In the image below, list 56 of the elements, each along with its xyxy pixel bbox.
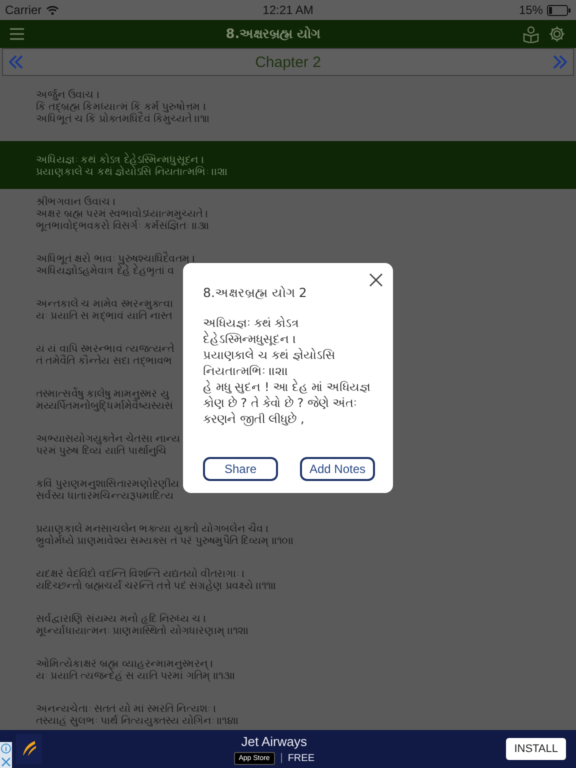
- battery-percent: 15%: [518, 3, 543, 17]
- verse-line: પ્રયાણકાલે ચ કથં જ્ઞેયોઽસિ: [203, 347, 336, 363]
- info-icon[interactable]: [0, 742, 12, 755]
- book-reader-icon[interactable]: [522, 25, 540, 43]
- verse-line: ભૂતભાવોદ્ભવકરો વિસર્ગઃ કર્મસંજ્ઞિતઃ ।।૩।।: [36, 220, 210, 232]
- verse-line: અધિભૂતં ક્ષરો ભાવઃ પુરુષશ્ચાધિદૈવતમ્ ।: [36, 253, 196, 265]
- verse-line: તસ્માત્સર્વેષુ કાલેષુ મામનુસ્મર યુ: [36, 388, 170, 400]
- verse-line: તસ્યાહં સુલભઃ પાર્થ નિત્યયુક્તસ્ય યોગિનઃ ।।૧૪।।: [36, 715, 239, 727]
- verse-line: કિં તદ્બ્રહ્મ કિમધ્યાત્મં કિં કર્મ પુરુષોત્તમ ।: [36, 101, 206, 113]
- verse-line: દેહેઽસ્મિન્મધુસૂદન ।: [203, 331, 296, 347]
- airline-logo-icon: [21, 740, 37, 758]
- verse-line: અધિભૂતં ચ કિં પ્રોક્તમધિદૈવં કિમુચ્યતે ।।૧।।: [36, 113, 210, 125]
- verse-line: મય્યર્પિતમનોબુદ્ધિર્મામેવૈષ્યસ્યસં: [36, 400, 174, 412]
- verse-line: યદિચ્છન્તો બ્રહ્મચર્યં ચરન્તિ તત્તે પદં સંગ્રહેણ પ્રવક્ષ્યે ।।૧૧।।: [36, 580, 276, 592]
- verse-line: પ્રયાણકાલે મનસાચલેન ભક્ત્યા યુક્તો યોગબલેન ચૈવ ।: [36, 523, 269, 535]
- verse-line: તં તમેવૈતિ કૌન્તેય સદા તદ્ભાવભ: [36, 355, 172, 367]
- verse-line: અધિયજ્ઞોઽહમેવાત્ર દેહે દેહભૃતાં વ: [36, 265, 174, 277]
- dialog-title: 8.અક્ષરબ્રહ્મ યોગ 2: [203, 285, 308, 301]
- close-ad-icon[interactable]: [0, 755, 12, 768]
- settings-icon[interactable]: [548, 25, 566, 43]
- price-label: FREE: [288, 752, 314, 764]
- verse-line: પ્રયાણકાલે ચ કથં જ્ઞેયોઽસિ નિયતાત્મભિઃ ।।૨।।: [36, 166, 228, 178]
- carrier-label: Carrier: [5, 3, 42, 17]
- verse-line: અધિયજ્ઞઃ કથં કોઽત્ર: [203, 315, 299, 331]
- ad-title: Jet Airways: [241, 734, 307, 748]
- selected-verse-row[interactable]: અધિયજ્ઞઃ કથં કોઽત્ર દેહેઽસ્મિન્મધુસૂદન । પ્રયાણકાલે ચ કથં જ્ઞેયોઽસિ નિયતાત્મભિઃ ।।૨।।: [0, 141, 576, 189]
- verse-line: યં યં વાપિ સ્મરન્ભાવં ત્યજત્યન્તે: [36, 343, 174, 355]
- verse-line: શ્રીભગવાન ઉવાચ ।: [36, 196, 116, 208]
- share-button[interactable]: Share: [203, 457, 278, 481]
- verse-line: પરમં પુરુષં દિવ્યં યાતિ પાર્થાનુચિ: [36, 445, 167, 457]
- verse-line: અધિયજ્ઞઃ કથં કોઽત્ર દેહેઽસ્મિન્મધુસૂદન ।: [36, 154, 204, 166]
- verse-line: ઓમિત્યેકાક્ષરં બ્રહ્મ વ્યાહરન્મામનુસ્મરન્ ।: [36, 658, 214, 670]
- verse-line: અર્જુન ઉવાચ ।: [36, 89, 100, 101]
- verse-line: નિયતાત્મભિઃ ।।૨।।: [203, 363, 288, 379]
- verse-line: કવિં પુરાણમનુશાસિતારમણોરણીય: [36, 478, 180, 490]
- wifi-icon: [46, 5, 59, 15]
- verse-line: મૂર્ધ્ન્યાધાયાત્મનઃ પ્રાણમાસ્થિતો યોગધારણામ્ ।।૧૨।।: [36, 625, 249, 637]
- chapter-title: 8.અક્ષરબ્રહ્મ યોગ: [226, 26, 320, 42]
- verse-line: યદક્ષરં વેદવિદો વદન્તિ વિશન્તિ યદ્યતયો વીતરાગાઃ ।: [36, 568, 245, 580]
- add-notes-button[interactable]: Add Notes: [300, 457, 375, 481]
- verse-line: અનન્યચેતાઃ સતતં યો માં સ્મરતિ નિત્યશઃ ।: [36, 703, 216, 715]
- verse-line: સર્વસ્ય ધાતારમચિન્ત્યરૂપમાદિત્ય: [36, 490, 174, 502]
- menu-icon[interactable]: [10, 28, 24, 40]
- verse-line: અક્ષર બ્રહ્મ પરમં સ્વભાવોઽધ્યાત્મમુચ્યતે ।: [36, 208, 208, 220]
- verse-line: સર્વદ્વારાણિ સંયમ્ય મનો હૃદિ નિરુધ્ય ચ ।: [36, 613, 206, 625]
- battery-icon: [546, 4, 571, 16]
- verse-meaning: હે મધુ સુદન ! આ દેહ માં અધિયજ્ઞ કોણ છે ? તે કેવો છે ? જેણે અંતઃ કરણને જીતી લીધુછે ,: [203, 379, 372, 427]
- install-button[interactable]: INSTALL: [506, 738, 566, 760]
- verse-line: ભ્રુવોર્મધ્યે પ્રાણમાવેશ્ય સમ્યક્સ તં પરં પુરુષમુપૈતિ દિવ્યમ્ ।।૧૦।।: [36, 535, 294, 547]
- verse-line: યઃ પ્રયાતિ સ મદ્ભાવં યાતિ નાસ્ત: [36, 310, 172, 322]
- verse-line: અન્તકાલે ચ મામેવ સ્મરન્મુક્ત્વા: [36, 298, 174, 310]
- verse-line: યઃ પ્રયાતિ ત્યજન્દેહં સ યાતિ પરમાં ગતિમ્ ।।૧૩।।: [36, 670, 236, 682]
- clock: 12:21 AM: [262, 3, 314, 17]
- chapter-label: Chapter 2: [255, 54, 321, 70]
- close-icon[interactable]: [369, 273, 383, 287]
- verse-line: અભ્યાસયોગયુક્તેન ચેતસા નાન્ય: [36, 433, 180, 445]
